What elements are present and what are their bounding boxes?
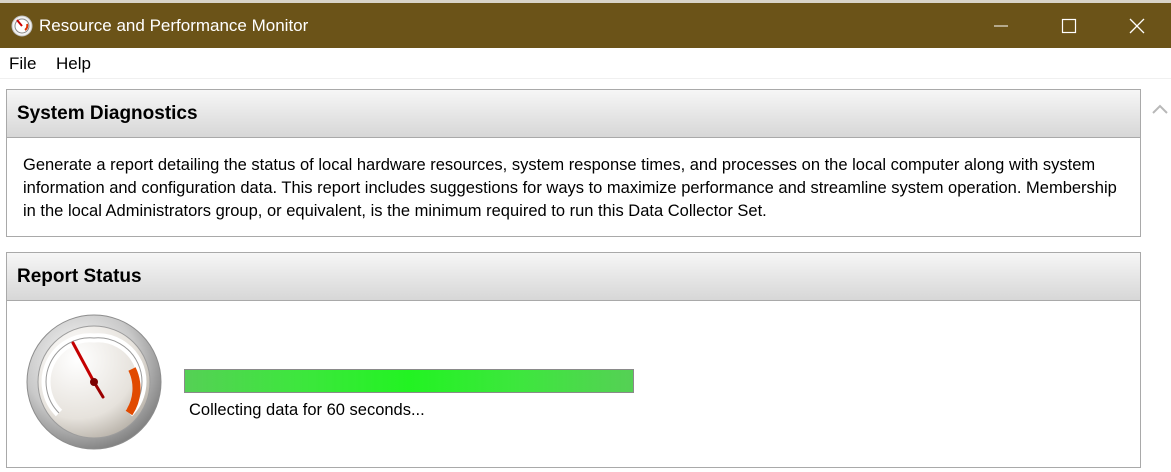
minimize-button[interactable] <box>966 3 1036 48</box>
gauge-icon <box>25 313 163 451</box>
report-status-panel: Report Status Collecting data for 60 sec… <box>6 252 1141 468</box>
chevron-up-icon <box>1152 104 1168 114</box>
close-icon <box>1129 18 1145 34</box>
report-progress-bar <box>184 369 634 393</box>
menu-bar: File Help <box>0 48 1171 79</box>
performance-gauge-icon <box>11 15 33 37</box>
menu-help[interactable]: Help <box>56 54 91 74</box>
maximize-button[interactable] <box>1034 3 1104 48</box>
diagnostics-description: Generate a report detailing the status o… <box>23 156 1117 220</box>
system-diagnostics-header[interactable]: System Diagnostics <box>7 90 1140 138</box>
menu-file[interactable]: File <box>9 54 36 74</box>
report-progress-fill <box>185 370 633 392</box>
system-diagnostics-panel: System Diagnostics Generate a report det… <box>6 89 1141 237</box>
title-bar[interactable]: Resource and Performance Monitor <box>0 3 1171 48</box>
scroll-up-button[interactable] <box>1150 99 1170 119</box>
report-status-header[interactable]: Report Status <box>7 253 1140 301</box>
report-status-title: Report Status <box>17 266 142 287</box>
minimize-icon <box>994 25 1008 27</box>
system-diagnostics-title: System Diagnostics <box>17 103 198 124</box>
maximize-icon <box>1061 18 1077 34</box>
report-status-text: Collecting data for 60 seconds... <box>189 401 425 419</box>
close-button[interactable] <box>1102 3 1171 48</box>
window-title: Resource and Performance Monitor <box>39 16 309 35</box>
